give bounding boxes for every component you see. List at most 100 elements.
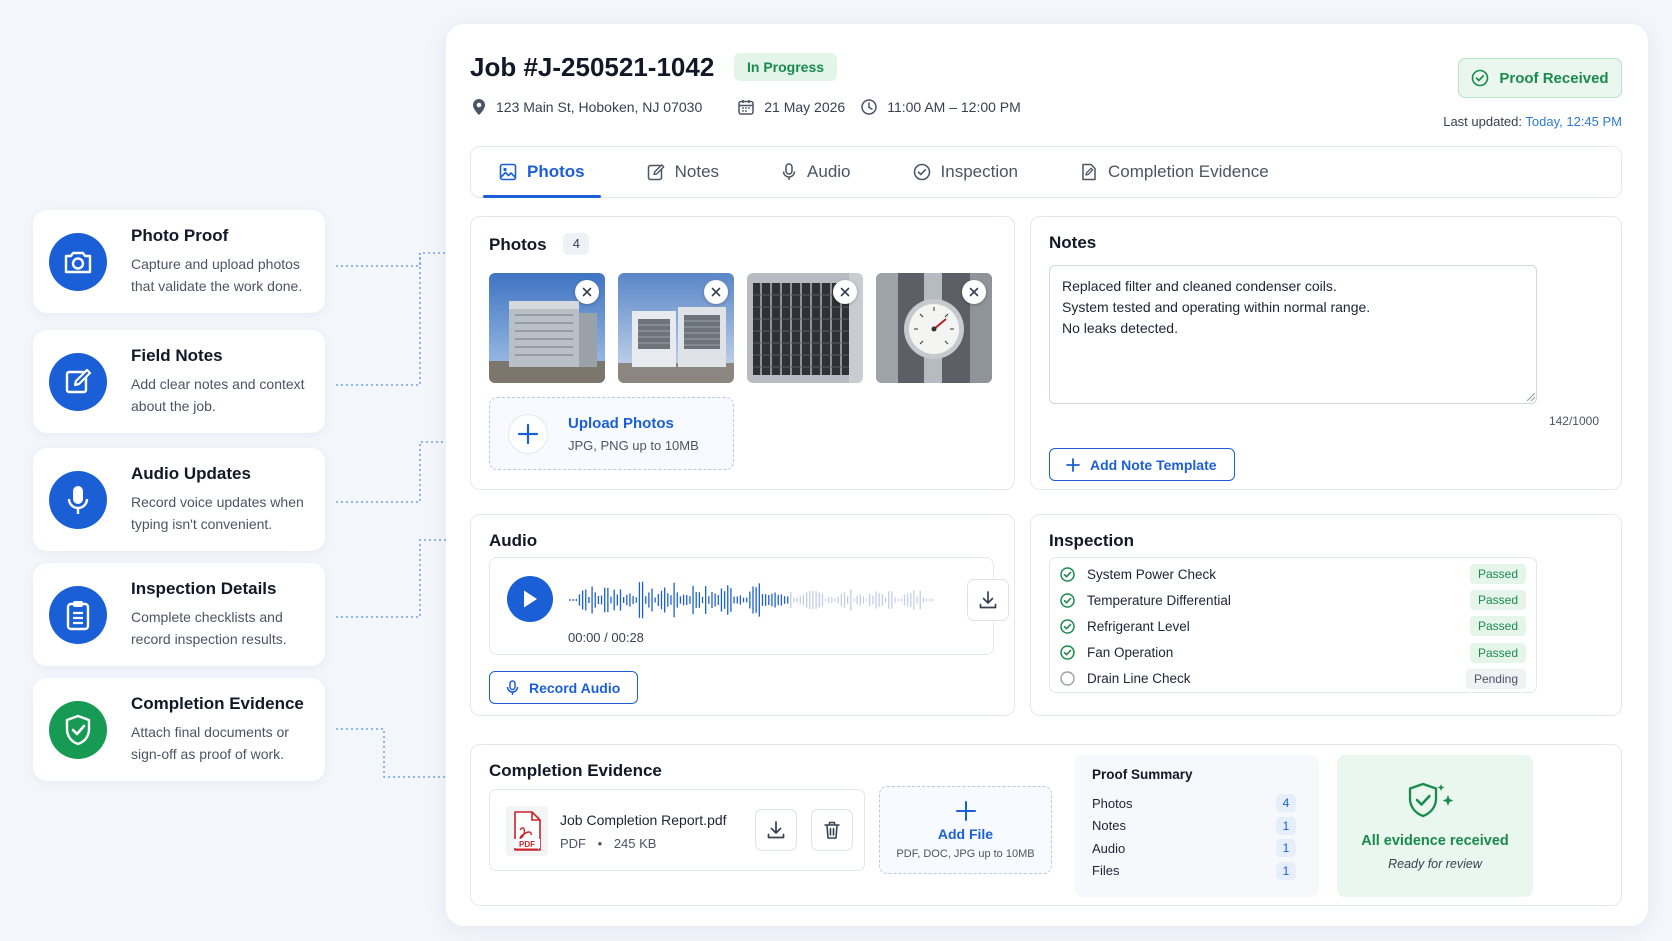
photos-title: Photos 4: [489, 233, 590, 255]
summary-row: Files 1: [1092, 860, 1302, 883]
check-circle-icon: [1060, 619, 1075, 634]
microphone-icon: [506, 679, 519, 695]
photos-count-badge: 4: [563, 233, 590, 255]
last-updated-value: Today, 12:45 PM: [1525, 114, 1622, 129]
check-circle-icon: [1060, 645, 1075, 660]
address-text: 123 Main St, Hoboken, NJ 07030: [496, 99, 703, 115]
play-button[interactable]: [507, 576, 553, 622]
photo-thumbnail[interactable]: [489, 273, 605, 383]
photos-card: Photos 4 Upload Photos JPG, PNG up to 10…: [470, 216, 1015, 490]
check-circle-icon: [1060, 593, 1075, 608]
summary-count: 1: [1276, 861, 1296, 880]
shield-check-sparkle-icon: [1408, 782, 1454, 818]
photo-thumbnail[interactable]: [876, 273, 992, 383]
inspection-item-label: Drain Line Check: [1087, 671, 1191, 687]
tab-label: Notes: [674, 162, 720, 181]
record-audio-button[interactable]: Record Audio: [489, 671, 638, 704]
feature-card-inspection-details: Inspection Details Complete checklists a…: [33, 563, 325, 666]
download-audio-button[interactable]: [967, 579, 1009, 621]
upload-photos-title: Upload Photos: [568, 414, 674, 432]
inspection-status-badge: Passed: [1469, 642, 1526, 663]
close-icon: [969, 287, 979, 297]
tab-photos[interactable]: Photos: [483, 147, 601, 198]
feature-title: Completion Evidence: [131, 694, 304, 713]
check-circle-icon: [1472, 69, 1489, 87]
photos-title-label: Photos: [489, 235, 547, 254]
summary-row: Photos 4: [1092, 792, 1302, 815]
remove-photo-button[interactable]: [833, 280, 857, 304]
audio-card: Audio 00:00 / 00:28 Record Audio: [470, 514, 1015, 716]
audio-waveform[interactable]: [568, 578, 938, 622]
inspection-item-label: System Power Check: [1087, 566, 1217, 582]
add-file-dropzone[interactable]: Add File PDF, DOC, JPG up to 10MB: [879, 786, 1052, 874]
inspection-item-label: Fan Operation: [1087, 645, 1174, 661]
job-detail-panel: Job #J-250521-1042 In Progress 123 Main …: [446, 24, 1648, 926]
tab-label: Audio: [807, 162, 851, 181]
photo-thumbnail[interactable]: [747, 273, 863, 383]
shield-check-icon: [49, 700, 107, 759]
check-circle-icon: [1060, 566, 1075, 582]
add-file-hint: PDF, DOC, JPG up to 10MB: [896, 848, 1035, 860]
ready-for-review-text: Ready for review: [1388, 857, 1482, 871]
tab-completion-evidence[interactable]: Completion Evidence: [1064, 147, 1285, 197]
notes-textarea[interactable]: Replaced filter and cleaned condenser co…: [1049, 265, 1537, 404]
tab-label: Photos: [527, 162, 585, 181]
inspection-item[interactable]: Fan Operation Passed: [1050, 640, 1536, 666]
job-date: 21 May 2026: [738, 99, 845, 115]
summary-count: 1: [1276, 816, 1296, 835]
image-icon: [499, 163, 517, 181]
summary-label: Files: [1092, 863, 1120, 879]
file-size: 245 KB: [613, 836, 657, 851]
close-icon: [840, 287, 850, 297]
download-icon: [767, 821, 785, 839]
feature-desc: Add clear notes and context about the jo…: [131, 376, 305, 414]
tab-audio[interactable]: Audio: [765, 147, 866, 197]
empty-circle-icon: [1060, 671, 1075, 687]
attached-file[interactable]: PDF Job Completion Report.pdf PDF • 245 …: [489, 789, 865, 871]
inspection-item[interactable]: Refrigerant Level Passed: [1050, 613, 1536, 639]
proof-summary: Proof Summary Photos 4 Notes 1 Audio 1 F…: [1075, 755, 1319, 897]
add-note-template-label: Add Note Template: [1090, 456, 1217, 473]
summary-label: Notes: [1092, 818, 1126, 834]
remove-photo-button[interactable]: [704, 280, 728, 304]
remove-photo-button[interactable]: [962, 280, 986, 304]
upload-photos-dropzone[interactable]: Upload Photos JPG, PNG up to 10MB: [489, 397, 734, 470]
job-time: 11:00 AM – 12:00 PM: [861, 99, 1021, 115]
tab-label: Inspection: [940, 162, 1019, 181]
feature-card-completion-evidence: Completion Evidence Attach final documen…: [33, 678, 325, 781]
inspection-item-label: Refrigerant Level: [1087, 618, 1190, 634]
photo-thumbnail[interactable]: [618, 273, 734, 383]
last-updated: Last updated: Today, 12:45 PM: [1443, 114, 1622, 129]
feature-title: Inspection Details: [131, 579, 277, 598]
delete-file-button[interactable]: [811, 809, 853, 851]
edit-note-icon: [49, 352, 107, 411]
remove-photo-button[interactable]: [575, 280, 599, 304]
inspection-item[interactable]: Drain Line Check Pending: [1050, 666, 1536, 692]
pdf-file-icon: PDF: [506, 806, 548, 856]
tab-inspection[interactable]: Inspection: [897, 147, 1035, 197]
job-title: Job #J-250521-1042: [470, 52, 715, 82]
job-address: 123 Main St, Hoboken, NJ 07030: [472, 98, 702, 116]
proof-received-badge[interactable]: Proof Received: [1458, 58, 1622, 98]
document-edit-icon: [1082, 163, 1096, 181]
notes-card: Notes Replaced filter and cleaned conden…: [1030, 216, 1622, 490]
proof-received-label: Proof Received: [1499, 69, 1609, 87]
microphone-icon: [49, 470, 107, 529]
job-meta-row: 123 Main St, Hoboken, NJ 07030 21 May 20…: [472, 98, 1037, 116]
close-icon: [582, 287, 592, 297]
time-text: 11:00 AM – 12:00 PM: [887, 99, 1021, 115]
inspection-item[interactable]: Temperature Differential Passed: [1050, 587, 1536, 613]
feature-card-field-notes: Field Notes Add clear notes and context …: [33, 330, 325, 433]
check-circle-icon: [913, 163, 930, 181]
add-note-template-button[interactable]: Add Note Template: [1049, 448, 1235, 481]
inspection-item[interactable]: System Power Check Passed: [1050, 561, 1536, 587]
microphone-icon: [782, 163, 796, 180]
download-icon: [979, 591, 997, 609]
resize-handle-icon[interactable]: [1524, 390, 1536, 402]
tab-notes[interactable]: Notes: [631, 147, 735, 197]
summary-count: 4: [1276, 794, 1296, 813]
download-file-button[interactable]: [755, 809, 797, 851]
clock-icon: [861, 99, 877, 115]
close-icon: [711, 287, 721, 297]
tab-bar: Photos Notes Audio Inspection Completion…: [470, 146, 1622, 198]
